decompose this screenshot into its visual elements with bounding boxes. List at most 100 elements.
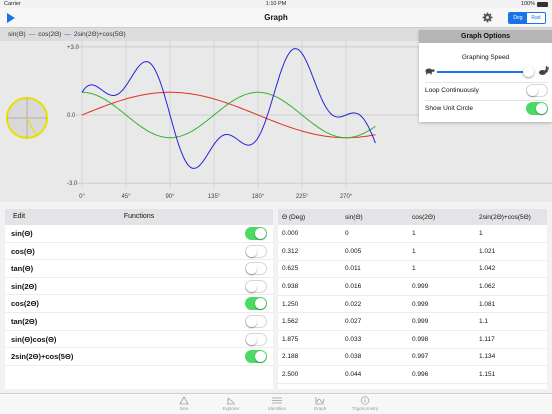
function-row: cos(Θ) (5, 243, 273, 261)
tab-trigonometry[interactable]: Trigonometry (350, 396, 380, 411)
tab-label: Graph (313, 406, 327, 411)
function-name: tan(2Θ) (11, 316, 38, 326)
table-body: 0.000 0 1 1 0.312 0.005 1 1.021 0.625 0.011 1 1.042… (278, 225, 547, 389)
table-cell: 0.005 (341, 242, 408, 261)
table-cell: 2.500 (278, 365, 341, 384)
y-tick-label: +3.0 (67, 45, 80, 51)
function-toggle[interactable] (245, 262, 267, 276)
tab-sine[interactable]: Sine (169, 396, 199, 411)
table-cell: 0.938 (278, 277, 341, 296)
page-title: Graph (264, 13, 288, 22)
loop-option-row: Loop Continuously (425, 82, 548, 98)
function-toggle[interactable] (245, 314, 267, 328)
table-cell: 0.027 (341, 312, 408, 332)
rabbit-icon (539, 66, 549, 75)
x-tick-label: 45° (121, 194, 131, 200)
navigation-bar: Graph Deg Rad (0, 8, 552, 28)
function-name: cos(Θ) (11, 246, 35, 256)
column-header: Θ (Deg) (278, 209, 341, 225)
function-toggle[interactable] (245, 350, 267, 364)
y-tick-label: 0.0 (67, 113, 76, 119)
table-row: 1.875 0.033 0.998 1.117 (278, 330, 547, 349)
table-cell: 1.1 (475, 312, 547, 332)
functions-list: sin(Θ) cos(Θ) tan(Θ) sin(2Θ) cos(2Θ) tan(2Θ) s… (5, 225, 273, 366)
info-icon (360, 396, 370, 405)
triangle-icon (179, 396, 189, 405)
degrees-option[interactable]: Deg (509, 13, 527, 23)
function-toggle-knob (255, 351, 266, 363)
table-cell: 0.999 (408, 312, 475, 332)
function-toggle[interactable] (245, 279, 267, 293)
clock: 1:10 PM (265, 1, 287, 7)
table-cell: 1.134 (475, 348, 547, 367)
x-tick-label: 0° (79, 194, 85, 200)
table-cell: 0.038 (341, 348, 408, 367)
values-table: Θ (Deg) sin(Θ) cos(2Θ) 2sin(2Θ)+cos(5Θ) 0.0… (278, 209, 547, 389)
table-row: 0.938 0.016 0.999 1.062 (278, 277, 547, 296)
function-name: 2sin(2Θ)+cos(5Θ) (11, 352, 74, 362)
table-cell: 1.021 (475, 242, 547, 261)
radians-option[interactable]: Rad (527, 13, 545, 23)
tab-graph[interactable]: Graph (305, 396, 335, 411)
function-toggle[interactable] (245, 227, 267, 240)
table-row: 0.625 0.011 1 1.042 (278, 260, 547, 279)
table-cell: 1 (408, 225, 475, 244)
table-row: 1.250 0.022 0.999 1.081 (278, 295, 547, 314)
functions-title: Functions (123, 213, 155, 220)
function-toggle-knob (246, 280, 257, 292)
x-tick-label: 225° (296, 194, 309, 200)
table-cell: 0.011 (341, 260, 408, 279)
table-cell: 1 (408, 260, 475, 279)
function-toggle-knob (246, 263, 257, 275)
function-toggle-knob (255, 298, 266, 310)
function-row: tan(Θ) (5, 260, 273, 278)
options-title: Graph Options (419, 30, 552, 43)
values-table-panel: Θ (Deg) sin(Θ) cos(2Θ) 2sin(2Θ)+cos(5Θ) 0.0… (278, 209, 547, 389)
table-row: 1.562 0.027 0.999 1.1 (278, 312, 547, 332)
table-cell: 1 (408, 242, 475, 261)
function-name: cos(2Θ) (11, 299, 39, 309)
table-cell: 1.081 (475, 295, 547, 314)
gear-icon[interactable] (482, 12, 493, 23)
speed-slider[interactable] (437, 66, 535, 77)
graph-options-panel: Graph Options Graphing Speed Loop Contin… (419, 30, 552, 122)
speed-slider-thumb[interactable] (523, 66, 535, 77)
y-tick-label: -3.0 (67, 181, 78, 187)
x-tick-label: 270° (340, 194, 353, 200)
tab-identities[interactable]: Identities (262, 396, 292, 411)
table-cell: 1.166 (475, 383, 547, 389)
function-toggle[interactable] (245, 297, 267, 311)
table-cell: 2.812 (278, 383, 341, 389)
loop-toggle[interactable] (526, 84, 548, 97)
tab-bar: Sine Explorer Identities Graph Trigonome… (0, 393, 552, 414)
tab-explorer[interactable]: Explorer (216, 396, 246, 411)
table-cell: 0.999 (408, 277, 475, 296)
function-toggle[interactable] (245, 244, 267, 258)
table-row: 2.8120.0490.9951.166 (278, 383, 547, 389)
table-cell: 0.016 (341, 277, 408, 296)
functions-panel: Edit Functions sin(Θ) cos(Θ) tan(Θ) sin(2Θ)… (5, 209, 273, 389)
function-name: sin(Θ)cos(Θ) (11, 334, 57, 344)
table-cell: 0.022 (341, 295, 408, 314)
table-row: 0.000 0 1 1 (278, 225, 547, 244)
function-toggle[interactable] (245, 332, 267, 346)
speed-label: Graphing Speed (461, 54, 510, 61)
table-cell: 0.049 (341, 383, 408, 389)
x-tick-label: 180° (252, 194, 265, 200)
table-header-row: Θ (Deg) sin(Θ) cos(2Θ) 2sin(2Θ)+cos(5Θ) (278, 209, 547, 225)
function-row: sin(2Θ) (5, 278, 273, 296)
unit-circle-label: Show Unit Circle (425, 105, 474, 112)
battery-icon (537, 1, 548, 7)
table-cell: 1.151 (475, 365, 547, 384)
table-cell: 0 (341, 225, 408, 244)
unit-circle-toggle[interactable] (526, 102, 548, 115)
function-name: tan(Θ) (11, 264, 34, 274)
battery-indicator: 100% (521, 1, 548, 7)
table-row: 2.500 0.044 0.996 1.151 (278, 365, 547, 384)
loop-label: Loop Continuously (425, 87, 479, 94)
table-cell: 0.625 (278, 260, 341, 279)
unit-circle-option-row: Show Unit Circle (425, 100, 548, 116)
function-toggle-knob (246, 333, 257, 345)
angle-unit-selector: Deg Rad (508, 12, 546, 24)
function-name: sin(2Θ) (11, 281, 37, 291)
